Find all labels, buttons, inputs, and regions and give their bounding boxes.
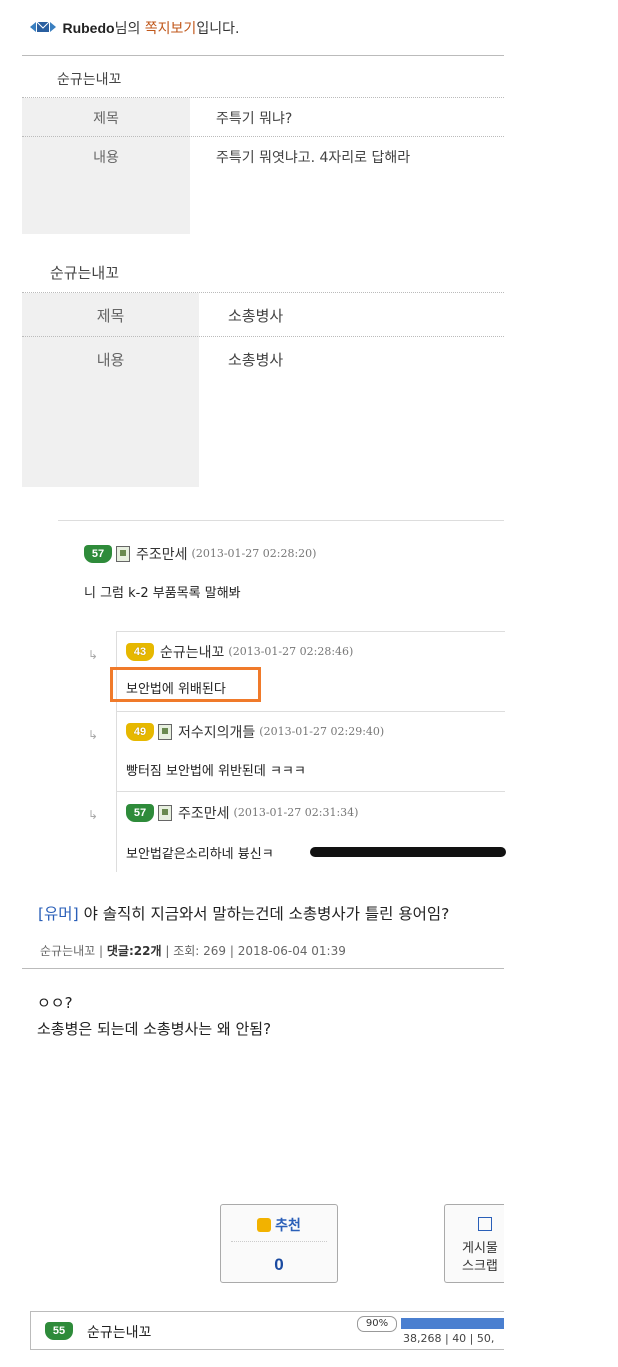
author-bar: 55 순규는내꼬 90% 38,268 | 40 | 50, — [30, 1311, 504, 1350]
post-datetime: 2018-06-04 01:39 — [237, 944, 346, 958]
comment-date: (2013-01-27 02:31:34) — [233, 806, 359, 819]
post-divider — [22, 968, 504, 969]
comment-date: (2013-01-27 02:29:40) — [259, 725, 385, 738]
title-row: 제목 주특기 뭐냐? — [22, 97, 504, 137]
reply-arrow-icon: ↳ — [88, 808, 99, 822]
post-body-line: ㅇㅇ? — [37, 994, 73, 1012]
comment-date: (2013-01-27 02:28:20) — [191, 547, 317, 560]
mobile-icon — [158, 804, 172, 821]
views-count: 269 — [203, 944, 227, 958]
comments-count: 22 — [133, 944, 151, 958]
level-badge: 57 — [84, 544, 112, 563]
comment-text: 보안법같은소리하네 븅신ㅋ — [126, 847, 274, 862]
content-value: 주특기 뭐엿냐고. 4자리로 답해라 — [216, 150, 411, 166]
progress-bar — [401, 1318, 504, 1329]
reply-arrow-icon: ↳ — [88, 728, 99, 742]
views-label: 조회: — [173, 944, 200, 958]
scrap-label-2: 스크랩 — [462, 1259, 498, 1274]
recommend-button[interactable]: 추천 0 — [220, 1204, 338, 1283]
post-body-line: 소총병은 되는데 소총병사는 왜 안됨? — [37, 1020, 272, 1038]
title-row: 제목 소총병사 — [22, 292, 504, 337]
header-username[interactable]: Rubedo — [62, 20, 114, 36]
comment-author[interactable]: 저수지의개들 — [178, 725, 255, 741]
scrap-label-1: 게시물 — [462, 1241, 498, 1256]
level-badge: 49 — [126, 722, 154, 741]
content-row: 내용 주특기 뭐엿냐고. 4자리로 답해라 — [22, 136, 504, 234]
comment-text: 빵터짐 보안법에 위반된데 ㅋㅋㅋ — [126, 764, 306, 779]
post-author[interactable]: 순규는내꼬 — [40, 944, 95, 958]
post-body: ㅇㅇ? 소총병은 되는데 소총병사는 왜 안됨? — [37, 990, 271, 1042]
comment-text: 보안법에 위배된다 — [126, 682, 226, 697]
comment-author[interactable]: 주조만세 — [136, 547, 188, 563]
note-header: Rubedo님의 쪽지보기입니다. — [28, 18, 503, 44]
message-sender[interactable]: 순규는내꼬 — [57, 69, 121, 89]
recommend-label: 추천 — [221, 1215, 337, 1235]
comment-author[interactable]: 순규는내꼬 — [160, 645, 224, 661]
scrap-button[interactable]: 게시물 스크랩 — [444, 1204, 504, 1283]
message-box: 제목 주특기 뭐냐? 내용 주특기 뭐엿냐고. 4자리로 답해라 — [22, 97, 504, 234]
progress-percent: 90% — [357, 1316, 397, 1332]
comments-label: 댓글: — [106, 944, 134, 958]
redaction-mark — [310, 847, 506, 857]
title-label: 제목 — [22, 293, 199, 337]
scrap-icon — [478, 1217, 492, 1231]
mobile-icon — [158, 723, 172, 740]
comment-header: 43 순규는내꼬 (2013-01-27 02:28:46) — [126, 641, 353, 662]
message-box: 제목 소총병사 내용 소총병사 — [22, 292, 504, 487]
level-badge: 55 — [45, 1322, 73, 1340]
message-sender[interactable]: 순규는내꼬 — [50, 262, 119, 283]
content-label: 내용 — [22, 337, 199, 487]
recommend-separator — [231, 1241, 327, 1242]
comment-text: 니 그럼 k-2 부품목록 말해봐 — [84, 586, 241, 601]
post-title-text[interactable]: 야 솔직히 지금와서 말하는건데 소총병사가 틀린 용어임? — [84, 905, 450, 923]
post-meta: 순규는내꼬 | 댓글:22개 | 조회: 269 | 2018-06-04 01… — [40, 944, 346, 958]
comments-unit: 개 — [150, 944, 162, 958]
thumbs-up-icon — [257, 1218, 272, 1232]
mobile-icon — [116, 545, 130, 562]
comment-header: 49 저수지의개들 (2013-01-27 02:29:40) — [126, 721, 384, 742]
envelope-wings-icon — [30, 21, 56, 32]
content-label: 내용 — [22, 137, 190, 234]
comment-author[interactable]: 주조만세 — [178, 806, 230, 822]
comment-header: 57 주조만세 (2013-01-27 02:31:34) — [126, 802, 358, 823]
author-name[interactable]: 순규는내꼬 — [87, 1322, 151, 1342]
post-title[interactable]: [유머] 야 솔직히 지금와서 말하는건데 소총병사가 틀린 용어임? — [38, 902, 508, 924]
author-stats: 38,268 | 40 | 50, — [403, 1332, 495, 1345]
level-badge: 57 — [126, 803, 154, 822]
title-value: 소총병사 — [228, 307, 284, 325]
recommend-count: 0 — [274, 1255, 284, 1274]
content-value: 소총병사 — [228, 351, 284, 369]
level-badge: 43 — [126, 642, 154, 661]
content-row: 내용 소총병사 — [22, 336, 504, 487]
reply-arrow-icon: ↳ — [88, 648, 99, 662]
title-label: 제목 — [22, 98, 190, 137]
title-value: 주특기 뭐냐? — [216, 111, 293, 127]
comment-header: 57 주조만세 (2013-01-27 02:28:20) — [84, 543, 316, 564]
comment-date: (2013-01-27 02:28:46) — [228, 645, 354, 658]
comments-divider — [58, 520, 504, 521]
header-highlight: 쪽지보기 — [144, 21, 197, 37]
header-suffix: 님의 — [114, 21, 145, 37]
header-divider — [22, 55, 504, 56]
post-category[interactable]: [유머] — [38, 905, 79, 923]
header-suffix-2: 입니다. — [196, 21, 240, 37]
